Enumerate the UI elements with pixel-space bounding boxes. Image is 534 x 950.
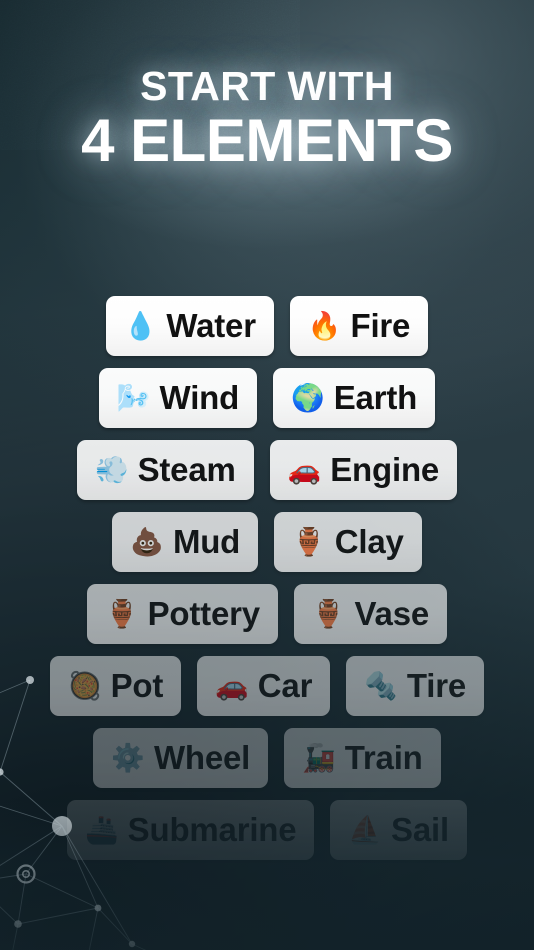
locomotive-icon: 🚂 xyxy=(302,742,336,773)
headline-line-1: START WITH xyxy=(140,63,394,109)
headline-line-2: 4 ELEMENTS xyxy=(81,107,453,174)
element-chip-label: Wheel xyxy=(153,739,251,776)
element-chip-vase[interactable]: 🏺 Vase xyxy=(293,584,447,644)
element-chip-label: Pottery xyxy=(147,595,260,632)
amphora-icon: 🏺 xyxy=(292,526,326,557)
red-car-icon: 🚗 xyxy=(287,454,322,485)
wind-blowing-face-icon: 🌬️ xyxy=(116,382,151,413)
element-row: 🏺 Pottery 🏺 Vase xyxy=(0,584,534,644)
headline-block: START WITH 4 ELEMENTS xyxy=(0,40,534,250)
steam-dash-icon: 💨 xyxy=(94,454,129,485)
element-chip-pot[interactable]: 🥘 Pot xyxy=(49,656,182,716)
element-row: 💩 Mud 🏺 Clay xyxy=(0,512,534,572)
element-row: 💧 Water 🔥 Fire xyxy=(0,296,534,356)
noise-texture-overlay xyxy=(0,0,300,150)
element-row: 🚢 Submarine ⛵ Sail xyxy=(0,800,534,860)
element-chip-label: Train xyxy=(344,739,423,776)
element-chip-label: Water xyxy=(166,307,256,344)
element-chip-label: Clay xyxy=(334,523,404,560)
element-chip-label: Fire xyxy=(350,307,411,344)
element-chip-submarine[interactable]: 🚢 Submarine xyxy=(67,800,315,860)
element-chip-label: Mud xyxy=(172,523,241,560)
element-chip-earth[interactable]: 🌍 Earth xyxy=(273,368,436,428)
element-chip-clay[interactable]: 🏺 Clay xyxy=(274,512,422,572)
amphora-icon: 🏺 xyxy=(105,598,139,629)
element-chip-label: Vase xyxy=(354,595,430,632)
headline-glow xyxy=(32,40,502,250)
pile-of-poo-icon: 💩 xyxy=(130,526,164,557)
element-chip-steam[interactable]: 💨 Steam xyxy=(76,440,254,500)
element-chip-label: Tire xyxy=(406,667,466,704)
element-chip-train[interactable]: 🚂 Train xyxy=(284,728,441,788)
element-chip-label: Engine xyxy=(330,451,440,488)
element-chip-sail[interactable]: ⛵ Sail xyxy=(330,800,467,860)
element-chip-label: Earth xyxy=(333,379,418,416)
element-row: 🥘 Pot 🚗 Car 🔩 Tire xyxy=(0,656,534,716)
element-chip-engine[interactable]: 🚗 Engine xyxy=(269,440,458,500)
nut-and-bolt-icon: 🔩 xyxy=(364,670,398,701)
element-chip-pottery[interactable]: 🏺 Pottery xyxy=(87,584,278,644)
shallow-pan-of-food-icon: 🥘 xyxy=(67,670,102,701)
promo-screen: START WITH 4 ELEMENTS 💧 Water 🔥 Fire 🌬️ Wind 🌍… xyxy=(0,0,534,950)
element-chip-water[interactable]: 💧 Water xyxy=(105,296,274,356)
element-chip-label: Pot xyxy=(110,667,164,704)
red-car-icon: 🚗 xyxy=(215,670,249,701)
element-chip-wind[interactable]: 🌬️ Wind xyxy=(98,368,258,428)
ship-icon: 🚢 xyxy=(85,814,119,845)
gear-icon: ⚙️ xyxy=(111,742,145,773)
element-chip-tire[interactable]: 🔩 Tire xyxy=(346,656,484,716)
element-chip-list: 💧 Water 🔥 Fire 🌬️ Wind 🌍 Earth 💨 Steam 🚗 Engine 💩 Mud… xyxy=(0,296,534,872)
element-chip-mud[interactable]: 💩 Mud xyxy=(112,512,259,572)
element-chip-label: Submarine xyxy=(127,811,297,848)
element-chip-label: Sail xyxy=(391,811,449,848)
fire-flame-icon: 🔥 xyxy=(307,310,342,341)
element-chip-label: Wind xyxy=(159,379,240,416)
earth-globe-icon: 🌍 xyxy=(291,382,325,413)
element-row: 💨 Steam 🚗 Engine xyxy=(0,440,534,500)
element-row: 🌬️ Wind 🌍 Earth xyxy=(0,368,534,428)
water-droplet-icon: 💧 xyxy=(123,310,158,341)
sailboat-icon: ⛵ xyxy=(348,814,383,845)
element-chip-label: Car xyxy=(257,667,313,704)
amphora-icon: 🏺 xyxy=(311,598,346,629)
element-chip-wheel[interactable]: ⚙️ Wheel xyxy=(93,728,269,788)
element-chip-fire[interactable]: 🔥 Fire xyxy=(289,296,429,356)
element-row: ⚙️ Wheel 🚂 Train xyxy=(0,728,534,788)
element-chip-car[interactable]: 🚗 Car xyxy=(197,656,331,716)
element-chip-label: Steam xyxy=(137,451,236,488)
